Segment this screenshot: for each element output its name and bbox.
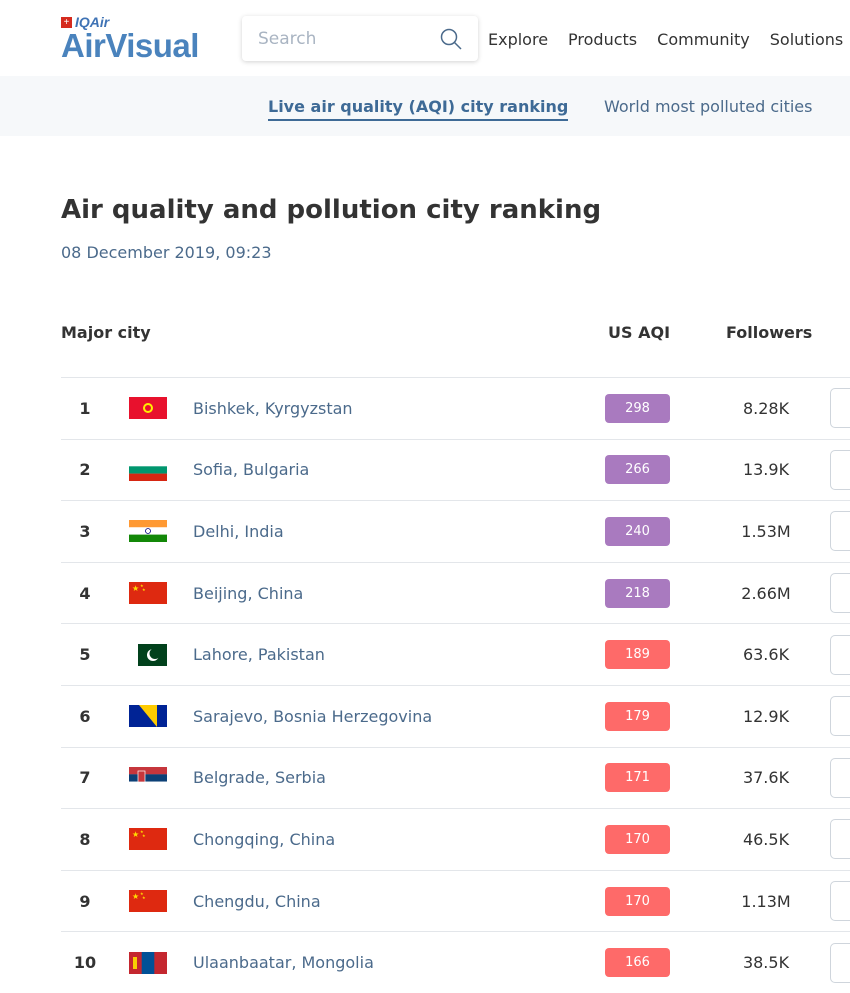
flag-bg-icon [129,459,167,481]
main-nav: Explore Products Community Solutions [488,30,843,49]
sub-navigation: Live air quality (AQI) city ranking Worl… [0,76,850,136]
svg-text:★: ★ [132,892,139,901]
page-title: Air quality and pollution city ranking [61,195,601,225]
follow-button[interactable] [830,819,850,859]
followers-count: 38.5K [721,953,811,972]
svg-text:★: ★ [132,830,139,839]
flag-cn-icon: ★★★ [129,890,167,912]
rank: 4 [61,584,109,603]
svg-text:★: ★ [142,587,146,592]
aqi-badge: 189 [605,640,670,669]
city-link[interactable]: Sarajevo, Bosnia Herzegovina [193,707,432,726]
table-row[interactable]: 9 ★★★ Chengdu, China 170 1.13M [61,870,850,932]
follow-button[interactable] [830,943,850,983]
rank: 8 [61,830,109,849]
nav-solutions[interactable]: Solutions [770,30,844,49]
followers-count: 1.53M [721,522,811,541]
table-row[interactable]: 1 Bishkek, Kyrgyzstan 298 8.28K [61,377,850,439]
city-link[interactable]: Lahore, Pakistan [193,645,325,664]
table-row[interactable]: 7 Belgrade, Serbia 171 37.6K [61,747,850,809]
follow-button[interactable] [830,696,850,736]
followers-count: 37.6K [721,768,811,787]
rank: 3 [61,522,109,541]
flag-cn-icon: ★★★ [129,582,167,604]
table-row[interactable]: 3 Delhi, India 240 1.53M [61,500,850,562]
city-link[interactable]: Beijing, China [193,584,303,603]
followers-count: 12.9K [721,707,811,726]
table-row[interactable]: 2 Sofia, Bulgaria 266 13.9K [61,439,850,501]
brand-name: AirVisual [61,30,199,62]
header-major-city: Major city [61,323,151,342]
nav-explore[interactable]: Explore [488,30,548,49]
followers-count: 8.28K [721,399,811,418]
aqi-badge: 298 [605,394,670,423]
follow-button[interactable] [830,635,850,675]
follow-button[interactable] [830,881,850,921]
search-icon[interactable] [440,28,462,50]
followers-count: 2.66M [721,584,811,603]
search-input[interactable] [258,29,428,49]
city-link[interactable]: Chengdu, China [193,892,321,911]
follow-button[interactable] [830,511,850,551]
follow-button[interactable] [830,573,850,613]
aqi-badge: 166 [605,948,670,977]
svg-text:★: ★ [142,895,146,900]
flag-in-icon [129,520,167,542]
aqi-badge: 170 [605,825,670,854]
flag-pk-icon [129,644,167,666]
city-link[interactable]: Delhi, India [193,522,284,541]
svg-text:★: ★ [132,584,139,593]
search-box[interactable] [242,16,478,61]
ranking-table: 1 Bishkek, Kyrgyzstan 298 8.28K 2 Sofia,… [61,377,850,993]
table-row[interactable]: 10 Ulaanbaatar, Mongolia 166 38.5K [61,931,850,993]
flag-cn-icon: ★★★ [129,828,167,850]
header-us-aqi[interactable]: US AQI [608,323,670,342]
rank: 1 [61,399,109,418]
city-link[interactable]: Chongqing, China [193,830,335,849]
followers-count: 13.9K [721,460,811,479]
follow-button[interactable] [830,388,850,428]
city-link[interactable]: Ulaanbaatar, Mongolia [193,953,374,972]
nav-community[interactable]: Community [657,30,750,49]
tab-city-ranking[interactable]: Live air quality (AQI) city ranking [268,97,568,121]
follow-button[interactable] [830,450,850,490]
rank: 5 [61,645,109,664]
aqi-badge: 266 [605,455,670,484]
aqi-badge: 170 [605,887,670,916]
rank: 9 [61,892,109,911]
nav-products[interactable]: Products [568,30,637,49]
table-row[interactable]: 5 Lahore, Pakistan 189 63.6K [61,623,850,685]
rank: 7 [61,768,109,787]
timestamp: 08 December 2019, 09:23 [61,243,272,262]
aqi-badge: 240 [605,517,670,546]
rank: 2 [61,460,109,479]
aqi-badge: 179 [605,702,670,731]
flag-kg-icon [129,397,167,419]
city-link[interactable]: Bishkek, Kyrgyzstan [193,399,353,418]
follow-button[interactable] [830,758,850,798]
rank: 6 [61,707,109,726]
city-link[interactable]: Sofia, Bulgaria [193,460,309,479]
rank: 10 [61,953,109,972]
flag-ba-icon [129,705,167,727]
table-row[interactable]: 6 Sarajevo, Bosnia Herzegovina 179 12.9K [61,685,850,747]
flag-rs-icon [129,767,167,789]
flag-mn-icon [129,952,167,974]
swiss-cross-icon: + [61,17,72,28]
table-row[interactable]: 8 ★★★ Chongqing, China 170 46.5K [61,808,850,870]
followers-count: 63.6K [721,645,811,664]
table-row[interactable]: 4 ★★★ Beijing, China 218 2.66M [61,562,850,624]
tab-most-polluted[interactable]: World most polluted cities [604,97,812,116]
header-followers[interactable]: Followers [726,323,812,342]
svg-text:★: ★ [142,833,146,838]
followers-count: 1.13M [721,892,811,911]
airvisual-logo[interactable]: +IQAir AirVisual [61,14,199,62]
aqi-badge: 171 [605,763,670,792]
city-link[interactable]: Belgrade, Serbia [193,768,326,787]
aqi-badge: 218 [605,579,670,608]
followers-count: 46.5K [721,830,811,849]
